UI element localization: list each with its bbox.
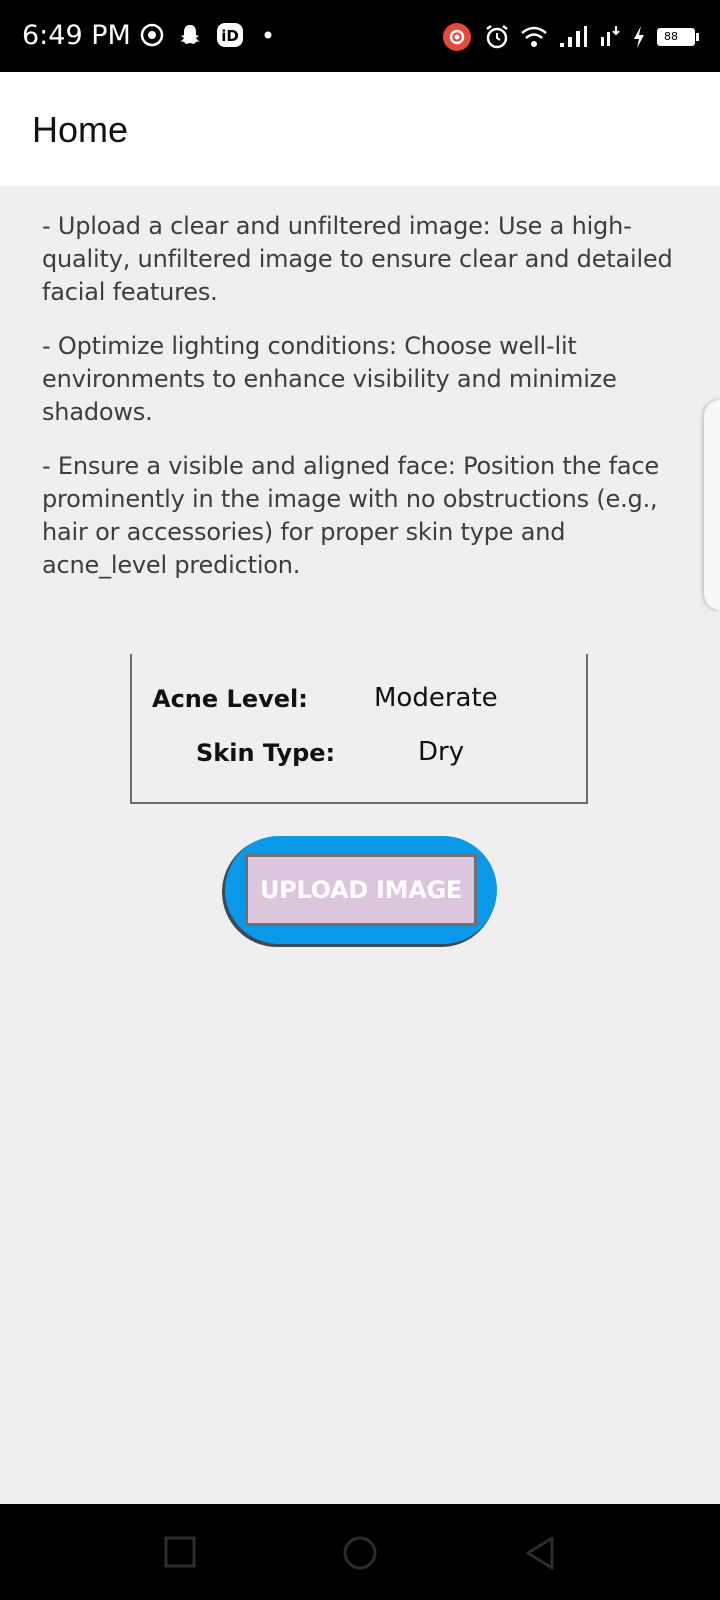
upload-image-button[interactable]: UPLOAD IMAGE — [245, 854, 477, 926]
acne-level-label: Acne Level: — [152, 685, 308, 713]
navigation-bar — [0, 1504, 720, 1600]
alarm-icon — [484, 24, 510, 50]
skin-type-label: Skin Type: — [196, 739, 336, 767]
recording-icon — [440, 22, 474, 52]
svg-text:iD: iD — [221, 27, 239, 45]
soccer-ball-icon — [140, 23, 164, 47]
wifi-icon — [520, 25, 548, 49]
status-left-icons: iD — [140, 22, 278, 48]
instruction-lighting: - Optimize lighting conditions: Choose w… — [42, 332, 617, 426]
back-icon[interactable] — [522, 1534, 558, 1572]
instructions-list: - Upload a clear and unfiltered image: U… — [42, 210, 682, 603]
status-right-icons: 88 — [440, 22, 700, 52]
status-time: 6:49 PM — [22, 20, 131, 51]
page-title: Home — [32, 109, 129, 150]
acne-level-value: Moderate — [374, 683, 498, 713]
instruction-face-alignment: - Ensure a visible and aligned face: Pos… — [42, 452, 659, 579]
battery-icon: 88 — [656, 26, 700, 48]
charging-icon — [632, 25, 646, 49]
data-speed-icon — [598, 24, 622, 50]
dot-icon — [258, 25, 278, 45]
prediction-results: Acne Level: Moderate Skin Type: Dry — [130, 654, 588, 804]
notification-app-icon: iD — [216, 22, 244, 48]
app-bar: Home — [0, 72, 720, 186]
snapchat-icon — [178, 23, 202, 47]
signal-icon — [558, 25, 588, 49]
upload-button-container[interactable]: UPLOAD IMAGE — [225, 836, 497, 944]
edge-panel-handle[interactable] — [704, 400, 720, 610]
recent-apps-icon[interactable] — [162, 1534, 198, 1570]
battery-level: 88 — [664, 30, 678, 43]
home-icon[interactable] — [341, 1534, 379, 1572]
status-bar: 6:49 PM iD 88 — [0, 0, 720, 72]
instruction-image-quality: - Upload a clear and unfiltered image: U… — [42, 212, 673, 306]
skin-type-value: Dry — [418, 737, 465, 767]
